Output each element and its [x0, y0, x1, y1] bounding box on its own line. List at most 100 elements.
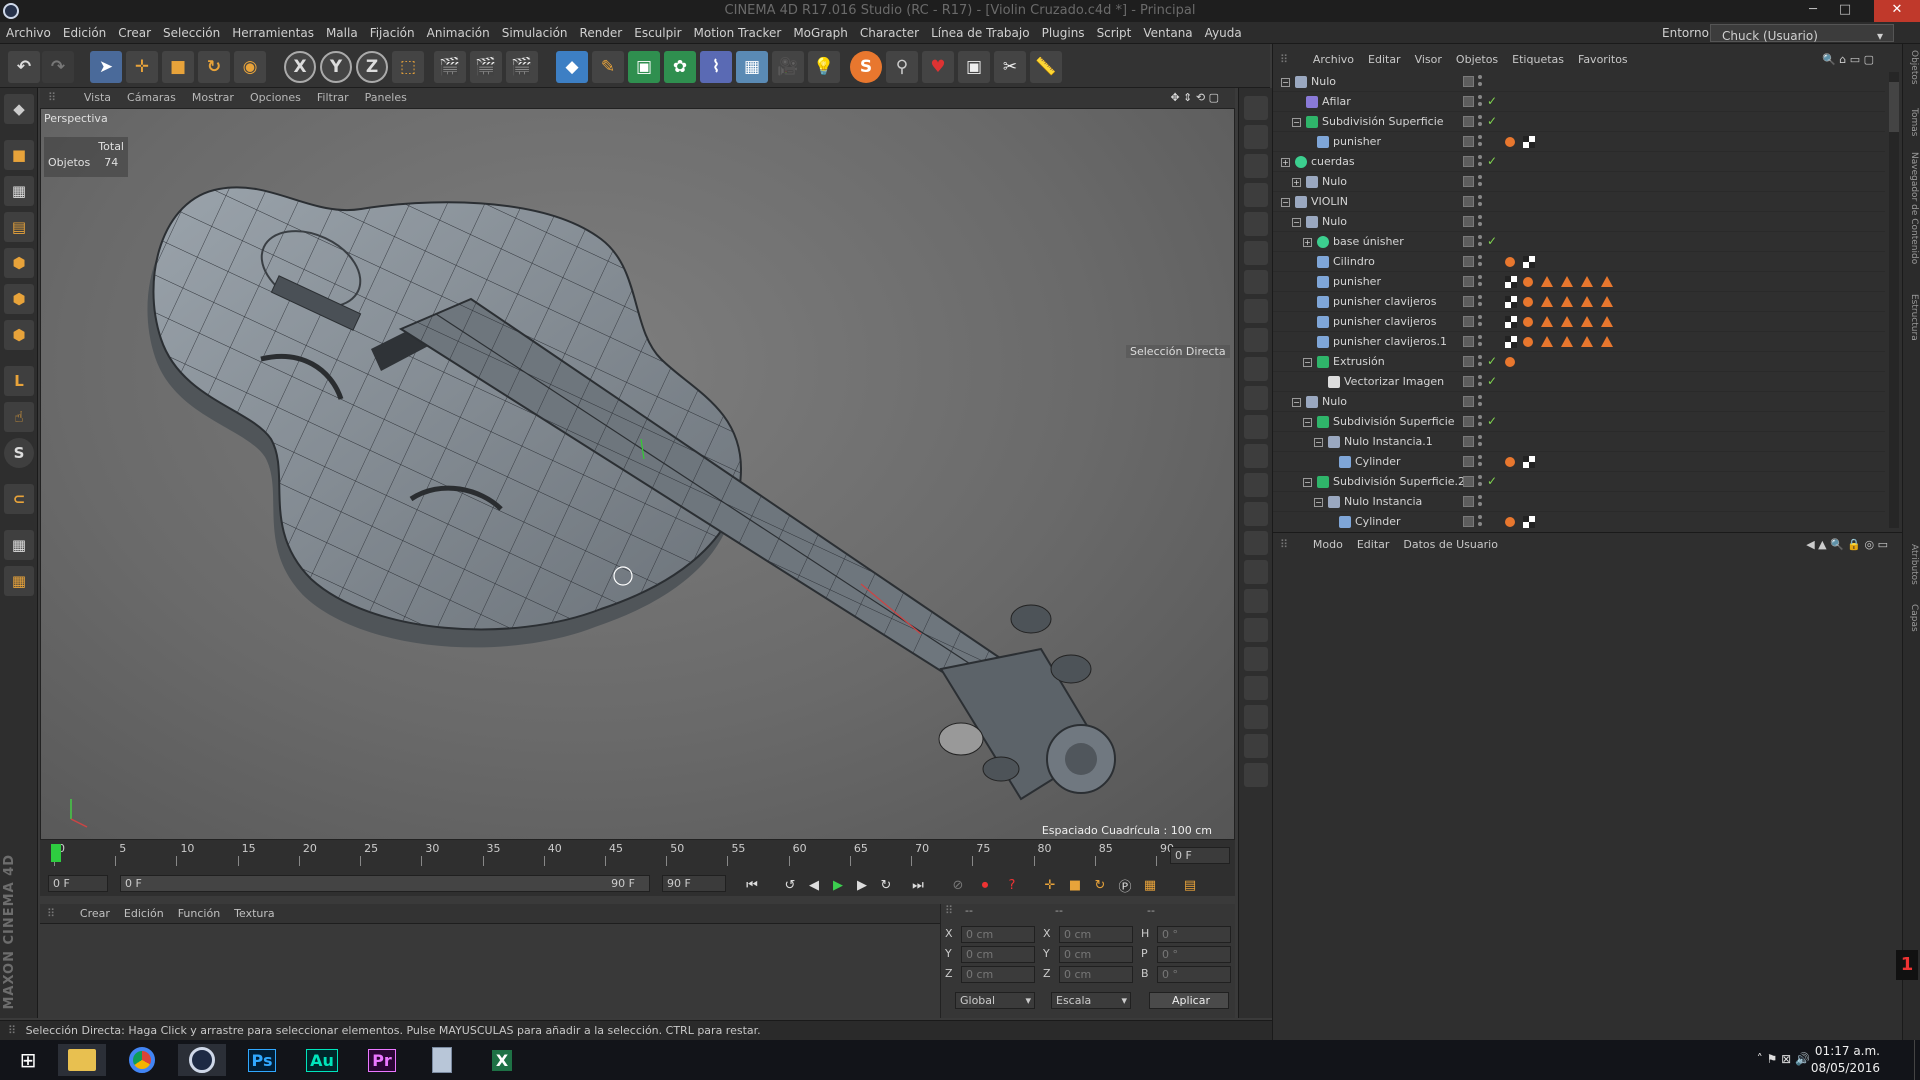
- object-name[interactable]: punisher: [1333, 132, 1381, 152]
- apply-button[interactable]: Aplicar: [1149, 992, 1229, 1009]
- visibility-dots[interactable]: [1478, 355, 1482, 369]
- triangle-tag-icon[interactable]: [1541, 316, 1553, 327]
- tray-icons[interactable]: ˄ ⚑ ⊠ 🔊: [1757, 1052, 1810, 1066]
- visibility-dots[interactable]: [1478, 135, 1482, 149]
- side-tab[interactable]: Atributos: [1905, 544, 1919, 585]
- deformer-icon[interactable]: ⌇: [700, 51, 732, 83]
- object-name[interactable]: punisher: [1333, 272, 1381, 292]
- menu-item-0[interactable]: Archivo: [0, 22, 57, 44]
- visibility-dots[interactable]: [1478, 315, 1482, 329]
- snap-magnet-icon[interactable]: ⊂: [4, 484, 34, 514]
- viewport-menu-item-4[interactable]: Filtrar: [309, 88, 357, 108]
- cloner-icon[interactable]: ✿: [664, 51, 696, 83]
- object-row[interactable]: punisher clavijeros.1: [1273, 332, 1885, 352]
- viewport-nav-icons[interactable]: ✥ ⇕ ⟲ ▢: [1162, 88, 1227, 108]
- object-row[interactable]: − Nulo Instancia: [1273, 492, 1885, 512]
- layer-swatch[interactable]: [1463, 316, 1474, 327]
- redo-icon[interactable]: ↷: [42, 51, 74, 83]
- viewport-menu-item-1[interactable]: Cámaras: [119, 88, 184, 108]
- object-name[interactable]: Nulo Instancia: [1344, 492, 1422, 512]
- visibility-dots[interactable]: [1478, 375, 1482, 389]
- checker-tag-icon[interactable]: [1523, 256, 1535, 268]
- viewport-tool-icon[interactable]: [1244, 241, 1268, 265]
- phong-tag-icon[interactable]: [1505, 137, 1515, 147]
- object-name[interactable]: Subdivisión Superficie: [1333, 412, 1455, 432]
- viewport-tool-icon[interactable]: [1244, 502, 1268, 526]
- menu-item-7[interactable]: Animación: [421, 22, 496, 44]
- viewport-menu-item-5[interactable]: Paneles: [357, 88, 415, 108]
- side-tab[interactable]: Objetos: [1905, 50, 1919, 85]
- checker-tag-icon[interactable]: [1505, 296, 1517, 308]
- layer-swatch[interactable]: [1463, 216, 1474, 227]
- material-menu-item-1[interactable]: Edición: [117, 904, 171, 924]
- layer-swatch[interactable]: [1463, 376, 1474, 387]
- object-row[interactable]: Cylinder: [1273, 512, 1885, 528]
- viewport-tool-icon[interactable]: [1244, 705, 1268, 729]
- layer-swatch[interactable]: [1463, 136, 1474, 147]
- perspective-viewport[interactable]: Perspectiva Total Objetos 74 Selección Di…: [40, 108, 1235, 840]
- object-name[interactable]: Cilindro: [1333, 252, 1375, 272]
- enabled-check-icon[interactable]: ✓: [1487, 154, 1497, 168]
- object-row[interactable]: − Nulo: [1273, 212, 1885, 232]
- viewport-tool-icon[interactable]: [1244, 647, 1268, 671]
- attribute-manager-tools[interactable]: ◀ ▲ 🔍 🔒 ◎ ▭: [1799, 535, 1895, 555]
- menu-item-16[interactable]: Script: [1091, 22, 1138, 44]
- coord-field[interactable]: 0 cm: [1059, 926, 1133, 943]
- triangle-tag-icon[interactable]: [1601, 276, 1613, 287]
- object-menu-item-4[interactable]: Etiquetas: [1505, 50, 1571, 70]
- visibility-dots[interactable]: [1478, 215, 1482, 229]
- object-name[interactable]: Afilar: [1322, 92, 1351, 112]
- viewport-tool-icon[interactable]: [1244, 618, 1268, 642]
- axis-x-button[interactable]: X: [284, 51, 316, 83]
- layer-swatch[interactable]: [1463, 296, 1474, 307]
- menu-item-18[interactable]: Ayuda: [1199, 22, 1248, 44]
- object-name[interactable]: Nulo: [1322, 392, 1347, 412]
- camera-icon[interactable]: 🎥: [772, 51, 804, 83]
- object-menu-item-2[interactable]: Visor: [1408, 50, 1449, 70]
- enabled-check-icon[interactable]: ✓: [1487, 94, 1497, 108]
- visibility-dots[interactable]: [1478, 395, 1482, 409]
- object-name[interactable]: base únisher: [1333, 232, 1404, 252]
- expand-toggle[interactable]: −: [1303, 418, 1312, 427]
- layer-swatch[interactable]: [1463, 76, 1474, 87]
- viewport-tool-icon[interactable]: [1244, 386, 1268, 410]
- attribute-menu-item-0[interactable]: Modo: [1306, 535, 1350, 555]
- layer-swatch[interactable]: [1463, 476, 1474, 487]
- menu-item-4[interactable]: Herramientas: [226, 22, 320, 44]
- coord-field[interactable]: 0 °: [1157, 926, 1231, 943]
- sculpt-s-icon[interactable]: S: [4, 438, 34, 468]
- menu-item-15[interactable]: Plugins: [1036, 22, 1091, 44]
- phong-tag-icon[interactable]: [1505, 517, 1515, 527]
- range-slider[interactable]: 0 F 90 F: [120, 875, 650, 892]
- visibility-dots[interactable]: [1478, 155, 1482, 169]
- viewport-tool-icon[interactable]: [1244, 589, 1268, 613]
- visibility-dots[interactable]: [1478, 255, 1482, 269]
- object-name[interactable]: Nulo: [1322, 172, 1347, 192]
- premiere-icon[interactable]: Pr: [358, 1044, 406, 1076]
- menu-item-10[interactable]: Esculpir: [628, 22, 687, 44]
- menu-item-3[interactable]: Selección: [157, 22, 226, 44]
- expand-toggle[interactable]: +: [1292, 178, 1301, 187]
- checker-tag-icon[interactable]: [1505, 316, 1517, 328]
- triangle-tag-icon[interactable]: [1561, 296, 1573, 307]
- object-name[interactable]: Vectorizar Imagen: [1344, 372, 1444, 392]
- object-name[interactable]: Cylinder: [1355, 512, 1401, 528]
- attribute-menu-item-2[interactable]: Datos de Usuario: [1396, 535, 1505, 555]
- phong-tag-icon[interactable]: [1523, 277, 1533, 287]
- floor-icon[interactable]: ▦: [736, 51, 768, 83]
- visibility-dots[interactable]: [1478, 475, 1482, 489]
- file-explorer-icon[interactable]: [58, 1044, 106, 1076]
- layer-swatch[interactable]: [1463, 96, 1474, 107]
- object-name[interactable]: cuerdas: [1311, 152, 1355, 172]
- object-row[interactable]: Cilindro: [1273, 252, 1885, 272]
- play-icon[interactable]: ▶: [828, 875, 848, 895]
- layer-swatch[interactable]: [1463, 396, 1474, 407]
- expand-toggle[interactable]: −: [1281, 198, 1290, 207]
- go-to-start-icon[interactable]: ⏮: [742, 875, 762, 895]
- object-name[interactable]: Subdivisión Superficie: [1322, 112, 1444, 132]
- object-row[interactable]: − Extrusión ✓: [1273, 352, 1885, 372]
- object-row[interactable]: − Nulo Instancia.1: [1273, 432, 1885, 452]
- notification-badge[interactable]: 1: [1896, 950, 1918, 980]
- material-menu-item-2[interactable]: Función: [171, 904, 227, 924]
- viewport-tool-icon[interactable]: [1244, 183, 1268, 207]
